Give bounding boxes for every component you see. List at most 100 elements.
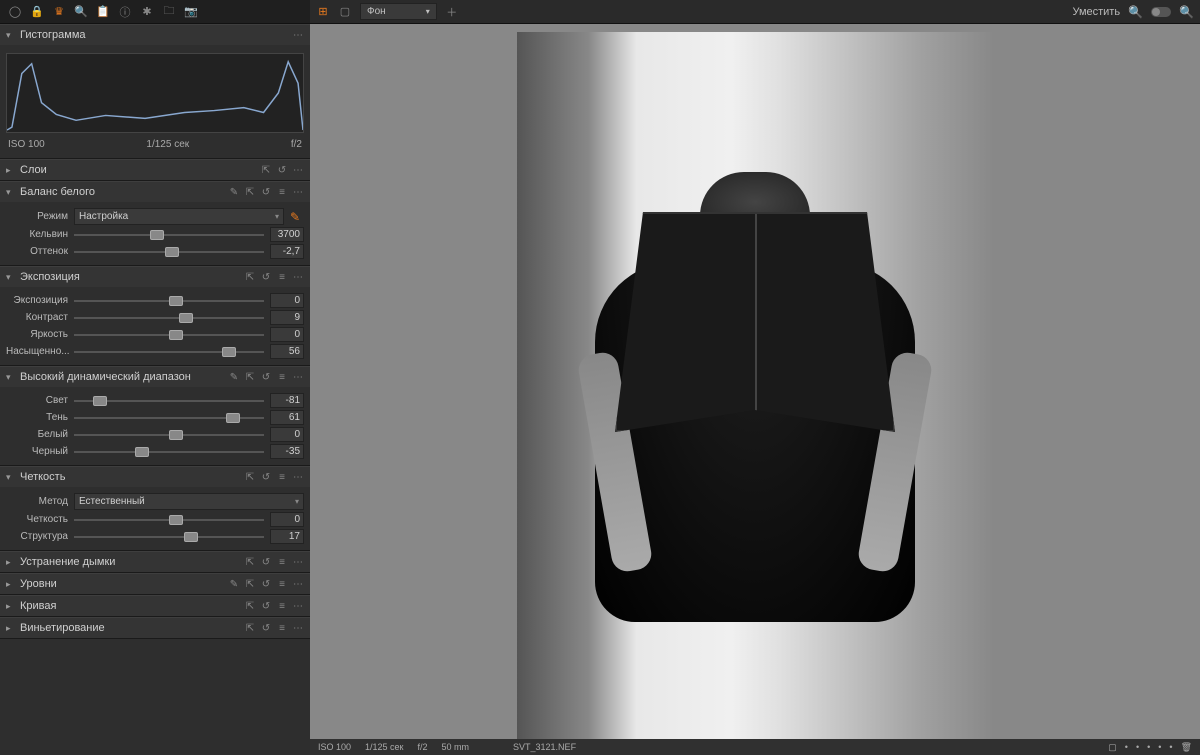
wb-mode-select[interactable]: Настройка ▾ [74,208,284,225]
slider-value[interactable]: 9 [270,310,304,325]
exposure-slider-3[interactable] [74,345,264,359]
expand-icon[interactable]: ⇱ [244,579,256,590]
menu-icon[interactable]: ≡ [276,187,288,198]
exposure-slider-0[interactable] [74,294,264,308]
zoom-in-icon[interactable]: 🔍 [1179,5,1194,19]
more-icon[interactable]: ⋯ [292,272,304,283]
crop-icon[interactable]: ▢ [1108,742,1117,753]
dot-icon[interactable]: • [1136,742,1139,753]
expand-icon[interactable]: ⇱ [244,372,256,383]
exposure-slider-2[interactable] [74,328,264,342]
chevron-right-icon[interactable]: ▸ [6,165,16,176]
hdr-slider-1[interactable] [74,411,264,425]
eyedropper-icon[interactable]: ✎ [290,210,304,224]
crown-icon[interactable]: ♛ [52,5,66,19]
slider-value[interactable]: -81 [270,393,304,408]
pencil-icon[interactable]: ✎ [228,187,240,198]
expand-icon[interactable]: ⇱ [244,601,256,612]
pencil-icon[interactable]: ✎ [228,372,240,383]
expand-icon[interactable]: ⇱ [244,272,256,283]
more-icon[interactable]: ⋯ [292,372,304,383]
gear-icon[interactable]: ✱ [140,5,154,19]
expand-icon[interactable]: ⇱ [244,472,256,483]
reset-icon[interactable]: ↺ [260,372,272,383]
chevron-down-icon[interactable]: ▾ [6,30,16,41]
expand-icon[interactable]: ⇱ [260,165,272,176]
expand-icon[interactable]: ⇱ [244,187,256,198]
zoom-out-icon[interactable]: 🔍 [1128,5,1143,19]
more-icon[interactable]: ⋯ [292,30,304,41]
slider-value[interactable]: 61 [270,410,304,425]
grid-icon[interactable]: ⊞ [316,5,330,19]
menu-icon[interactable]: ≡ [276,372,288,383]
add-icon[interactable]: ＋ [445,5,459,19]
tint-slider[interactable] [74,245,264,259]
chevron-right-icon[interactable]: ▸ [6,623,16,634]
clipboard-icon[interactable]: 📋 [96,5,110,19]
chevron-right-icon[interactable]: ▸ [6,557,16,568]
chevron-right-icon[interactable]: ▸ [6,579,16,590]
more-icon[interactable]: ⋯ [292,472,304,483]
more-icon[interactable]: ⋯ [292,187,304,198]
slider-value[interactable]: 0 [270,327,304,342]
slider-value[interactable]: 0 [270,512,304,527]
zoom-toggle[interactable] [1151,7,1171,17]
dot-icon[interactable]: • [1125,742,1128,753]
pencil-icon[interactable]: ✎ [228,579,240,590]
menu-icon[interactable]: ≡ [276,579,288,590]
menu-icon[interactable]: ≡ [276,601,288,612]
chevron-down-icon[interactable]: ▾ [6,372,16,383]
camera-icon[interactable]: 📷 [184,5,198,19]
more-icon[interactable]: ⋯ [292,601,304,612]
clarity-slider-1[interactable] [74,530,264,544]
more-icon[interactable]: ⋯ [292,557,304,568]
tint-value[interactable]: -2,7 [270,244,304,259]
image-viewport[interactable]: ISO 100 1/125 сек f/2 50 mm SVT_3121.NEF… [310,24,1200,755]
hdr-slider-2[interactable] [74,428,264,442]
slider-value[interactable]: 56 [270,344,304,359]
menu-icon[interactable]: ≡ [276,472,288,483]
reset-icon[interactable]: ↺ [260,557,272,568]
slider-value[interactable]: 0 [270,293,304,308]
clarity-slider-0[interactable] [74,513,264,527]
more-icon[interactable]: ⋯ [292,579,304,590]
layer-select[interactable]: Фон ▾ [360,3,437,20]
menu-icon[interactable]: ≡ [276,623,288,634]
exposure-slider-1[interactable] [74,311,264,325]
slider-value[interactable]: 0 [270,427,304,442]
chevron-right-icon[interactable]: ▸ [6,601,16,612]
hdr-slider-3[interactable] [74,445,264,459]
menu-icon[interactable]: ≡ [276,557,288,568]
chevron-down-icon[interactable]: ▾ [6,472,16,483]
single-icon[interactable]: ▢ [338,5,352,19]
chevron-down-icon[interactable]: ▾ [6,272,16,283]
circle-icon[interactable]: ◯ [8,5,22,19]
hdr-slider-0[interactable] [74,394,264,408]
dot-icon[interactable]: • [1158,742,1161,753]
lock-icon[interactable]: 🔒 [30,5,44,19]
reset-icon[interactable]: ↺ [276,165,288,176]
reset-icon[interactable]: ↺ [260,272,272,283]
reset-icon[interactable]: ↺ [260,579,272,590]
slider-value[interactable]: -35 [270,444,304,459]
kelvin-slider[interactable] [74,228,264,242]
expand-icon[interactable]: ⇱ [244,623,256,634]
folder-icon[interactable]: 🗀 [162,5,176,19]
zoom-fit-label[interactable]: Уместить [1072,6,1120,18]
more-icon[interactable]: ⋯ [292,165,304,176]
slider-value[interactable]: 17 [270,529,304,544]
trash-icon[interactable]: 🗑 [1181,742,1192,753]
menu-icon[interactable]: ≡ [276,272,288,283]
dot-icon[interactable]: • [1147,742,1150,753]
reset-icon[interactable]: ↺ [260,472,272,483]
more-icon[interactable]: ⋯ [292,623,304,634]
kelvin-value[interactable]: 3700 [270,227,304,242]
histogram-chart[interactable] [6,53,304,133]
search-icon[interactable]: 🔍 [74,5,88,19]
clarity-method-select[interactable]: Естественный ▾ [74,493,304,510]
info-icon[interactable]: ⓘ [118,5,132,19]
reset-icon[interactable]: ↺ [260,601,272,612]
expand-icon[interactable]: ⇱ [244,557,256,568]
dot-icon[interactable]: • [1169,742,1172,753]
reset-icon[interactable]: ↺ [260,187,272,198]
